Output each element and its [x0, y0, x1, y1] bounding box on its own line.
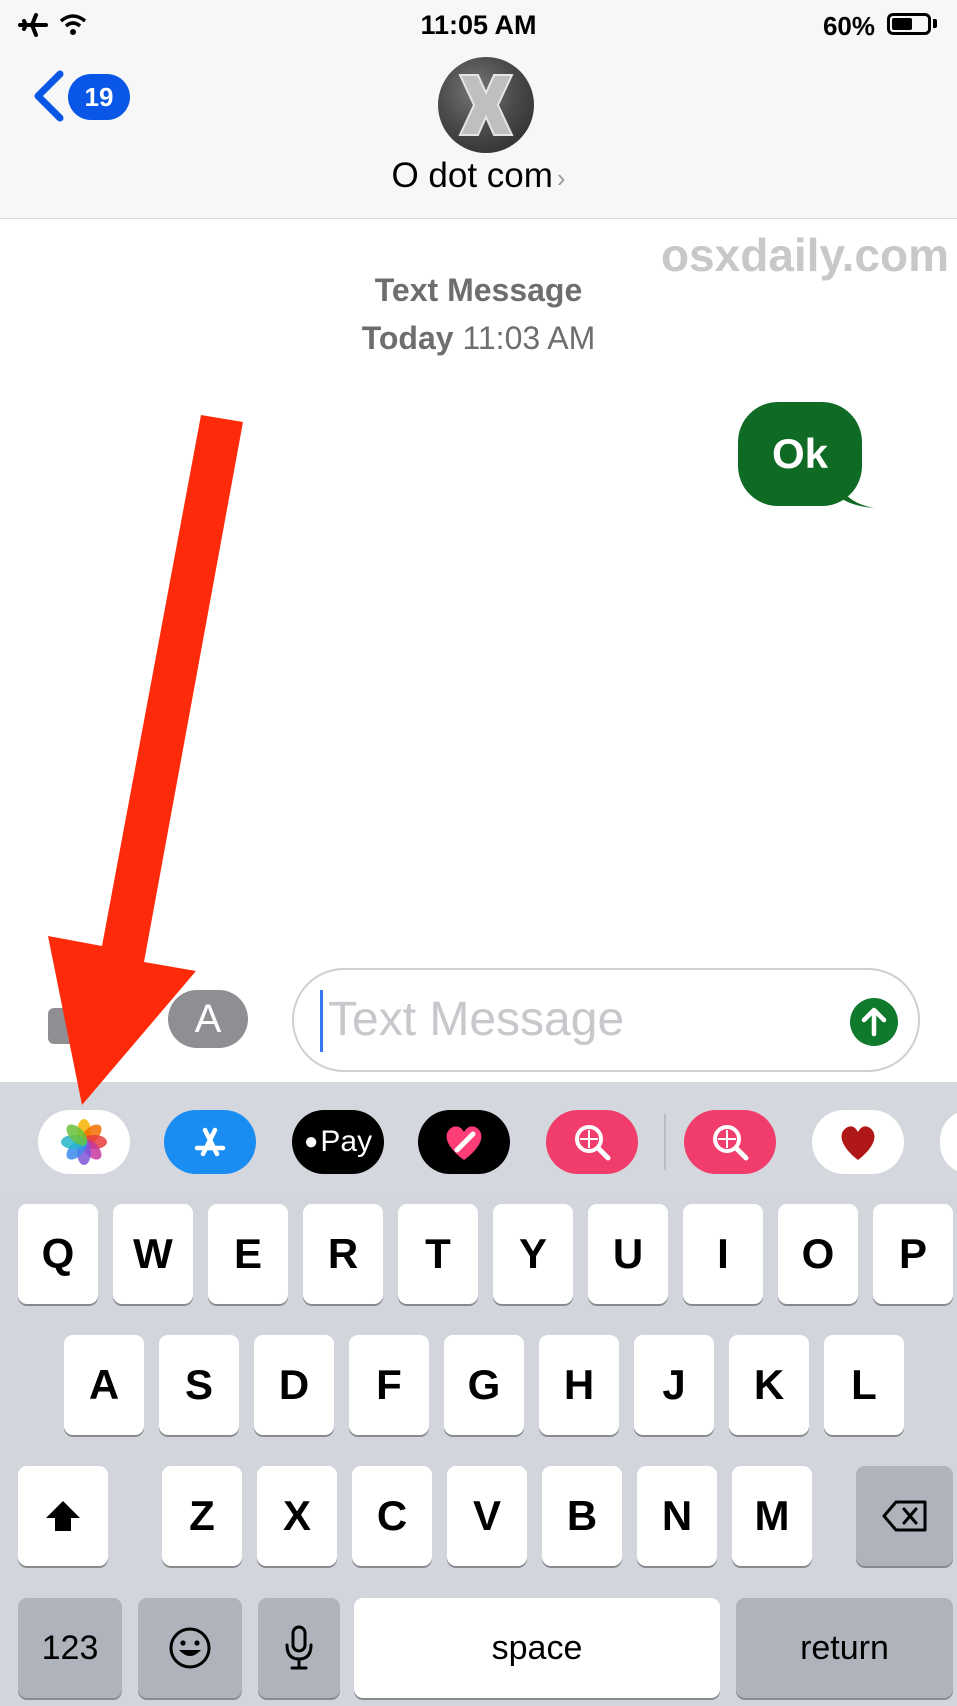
key-m[interactable]: M: [732, 1466, 812, 1566]
key-x[interactable]: X: [257, 1466, 337, 1566]
key-w[interactable]: W: [113, 1204, 193, 1304]
emoji-smiley-icon: [169, 1627, 211, 1669]
battery-percent: 60%: [822, 11, 875, 41]
numbers-key[interactable]: 123: [18, 1598, 122, 1698]
osx-logo-icon: [458, 74, 514, 136]
heart-sticker-icon: [841, 1126, 875, 1160]
status-time: 11:05 AM: [420, 10, 537, 40]
backspace-icon: [882, 1500, 926, 1532]
digital-touch-button[interactable]: [418, 1110, 510, 1174]
text-caret: [320, 990, 323, 1052]
key-h[interactable]: H: [539, 1335, 619, 1435]
key-e[interactable]: E: [208, 1204, 288, 1304]
key-y[interactable]: Y: [493, 1204, 573, 1304]
sent-message-text: Ok: [771, 430, 829, 477]
images-search-icon: [575, 1125, 611, 1161]
key-q[interactable]: Q: [18, 1204, 98, 1304]
key-s[interactable]: S: [159, 1335, 239, 1435]
key-g[interactable]: G: [444, 1335, 524, 1435]
key-t[interactable]: T: [398, 1204, 478, 1304]
key-b[interactable]: B: [542, 1466, 622, 1566]
microphone-icon: [285, 1625, 313, 1670]
contact-avatar[interactable]: [438, 57, 534, 153]
app-store-icon: [194, 1127, 226, 1157]
service-label: Text Message: [374, 272, 583, 308]
chevron-right-icon: ›: [556, 163, 566, 193]
delete-key[interactable]: [856, 1466, 953, 1566]
app-store-button[interactable]: A: [168, 990, 248, 1048]
contact-name[interactable]: O dot com ›: [0, 156, 957, 196]
digital-touch-icon: [446, 1126, 482, 1160]
key-r[interactable]: R: [303, 1204, 383, 1304]
photos-app-icon: [61, 1119, 107, 1165]
app-store-small-icon: A: [194, 997, 222, 1041]
dictation-key[interactable]: [258, 1598, 340, 1698]
images-search-button[interactable]: [546, 1110, 638, 1174]
key-o[interactable]: O: [778, 1204, 858, 1304]
images-search-button-2[interactable]: [684, 1110, 776, 1174]
battery-icon: [887, 13, 931, 35]
apple-pay-label: Pay: [320, 1125, 373, 1158]
timestamp-day: Today: [361, 320, 454, 356]
camera-icon[interactable]: [46, 1000, 122, 1046]
contact-name-label[interactable]: O dot com: [391, 156, 552, 195]
images-search-icon-2: [713, 1125, 749, 1161]
key-f[interactable]: F: [349, 1335, 429, 1435]
return-key[interactable]: return: [736, 1598, 953, 1698]
key-k[interactable]: K: [729, 1335, 809, 1435]
key-u[interactable]: U: [588, 1204, 668, 1304]
key-p[interactable]: P: [873, 1204, 953, 1304]
send-button[interactable]: [850, 998, 898, 1046]
timestamp-time: 11:03 AM: [462, 320, 596, 356]
key-l[interactable]: L: [824, 1335, 904, 1435]
apple-pay-button[interactable]: ● Pay: [292, 1110, 384, 1174]
key-v[interactable]: V: [447, 1466, 527, 1566]
key-j[interactable]: J: [634, 1335, 714, 1435]
back-unread-badge[interactable]: 19: [68, 74, 130, 120]
key-d[interactable]: D: [254, 1335, 334, 1435]
app-drawer-divider: [664, 1114, 666, 1170]
key-z[interactable]: Z: [162, 1466, 242, 1566]
photos-app-button[interactable]: [38, 1110, 130, 1174]
conversation-timestamp: Today 11:03 AM: [0, 320, 957, 357]
space-key[interactable]: space: [354, 1598, 720, 1698]
heart-sticker-button[interactable]: [812, 1110, 904, 1174]
shift-arrow-icon: [46, 1501, 80, 1531]
message-input-placeholder: Text Message: [328, 993, 625, 1046]
app-store-drawer-button[interactable]: [164, 1110, 256, 1174]
key-i[interactable]: I: [683, 1204, 763, 1304]
key-n[interactable]: N: [637, 1466, 717, 1566]
emoji-key[interactable]: [138, 1598, 242, 1698]
apple-logo-icon: ●: [303, 1128, 319, 1155]
key-a[interactable]: A: [64, 1335, 144, 1435]
key-c[interactable]: C: [352, 1466, 432, 1566]
shift-key[interactable]: [18, 1466, 108, 1566]
arrow-up-icon: [861, 1007, 887, 1037]
status-bar: 11:05 AM 60%: [0, 0, 957, 50]
back-chevron-icon[interactable]: [30, 70, 66, 122]
battery-tip: [933, 19, 937, 28]
